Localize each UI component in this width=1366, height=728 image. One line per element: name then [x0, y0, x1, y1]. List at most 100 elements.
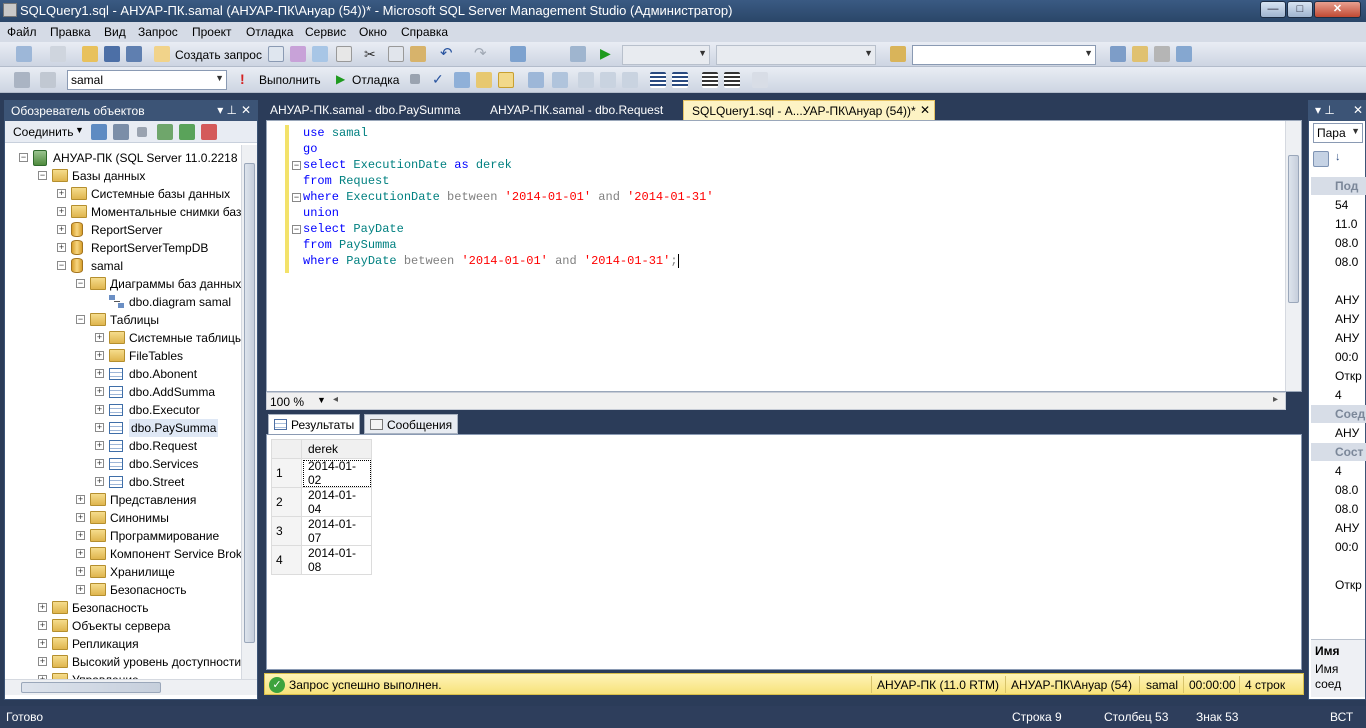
scroll-left-icon[interactable]: ◂ — [333, 394, 338, 405]
close-icon[interactable]: ✕ — [241, 103, 251, 117]
collapse-icon[interactable]: − — [76, 279, 85, 288]
pin-icon[interactable]: ▾ ⊥ — [217, 103, 237, 117]
new-project-icon[interactable] — [16, 46, 32, 62]
stop-icon[interactable] — [137, 127, 147, 137]
tree-node[interactable]: + ReportServerTempDB — [5, 239, 241, 257]
menu-tools[interactable]: Сервис — [305, 25, 346, 39]
code-line[interactable]: select ExecutionDate as derek — [303, 157, 714, 173]
grid-corner[interactable] — [271, 439, 302, 459]
table-row[interactable]: 2 2014-01-04 — [271, 487, 372, 517]
find-in-files-icon[interactable] — [890, 46, 906, 62]
expand-icon[interactable]: + — [76, 567, 85, 576]
expand-icon[interactable]: + — [95, 423, 104, 432]
alphabetical-icon[interactable]: ↓ — [1335, 151, 1351, 167]
tree-node[interactable]: +Управление — [5, 671, 241, 679]
tree-node[interactable]: − Базы данных — [5, 167, 241, 185]
query-designer-icon[interactable] — [476, 72, 492, 88]
properties-object-dropdown[interactable]: Пара ▼ — [1313, 123, 1363, 143]
collapse-icon[interactable]: − — [19, 153, 28, 162]
window-icon[interactable] — [570, 46, 586, 62]
tree-node[interactable]: + dbo.PaySumma — [5, 419, 241, 437]
table-row[interactable]: 1 2014-01-02 — [271, 458, 372, 488]
tree-node[interactable]: + dbo.Services — [5, 455, 241, 473]
save-all-icon[interactable] — [126, 46, 142, 62]
copy-icon[interactable] — [388, 46, 404, 62]
parse-icon[interactable]: ✓ — [432, 71, 444, 88]
include-plan-icon[interactable] — [528, 72, 544, 88]
navigate-icon[interactable] — [510, 46, 526, 62]
grid-cell[interactable]: 2014-01-08 — [301, 545, 372, 575]
expand-icon[interactable]: + — [57, 189, 66, 198]
menu-view[interactable]: Вид — [104, 25, 126, 39]
filter-icon[interactable] — [157, 124, 173, 140]
expand-icon[interactable]: + — [95, 351, 104, 360]
expand-icon[interactable]: + — [57, 207, 66, 216]
minimize-button[interactable]: — — [1260, 1, 1286, 18]
grid-cell[interactable]: 2014-01-07 — [301, 516, 372, 546]
column-header-derek[interactable]: derek — [301, 439, 372, 459]
menu-help[interactable]: Справка — [401, 25, 448, 39]
expand-icon[interactable]: + — [95, 441, 104, 450]
expand-icon[interactable]: + — [95, 477, 104, 486]
tree-node[interactable]: − Диаграммы баз данных — [5, 275, 241, 293]
expand-icon[interactable]: + — [95, 459, 104, 468]
tree-hscroll-thumb[interactable] — [21, 682, 161, 693]
paste-icon[interactable] — [410, 46, 426, 62]
tab-request[interactable]: АНУАР-ПК.samal - dbo.Request — [482, 100, 671, 120]
expand-icon[interactable]: + — [76, 585, 85, 594]
editor-vscroll-thumb[interactable] — [1288, 155, 1299, 303]
cancel-query-icon[interactable] — [410, 74, 420, 84]
fold-select2-icon[interactable]: − — [292, 225, 301, 234]
db-engine-query-icon[interactable] — [268, 46, 284, 62]
scroll-right-icon[interactable]: ▸ — [1273, 394, 1278, 405]
expand-icon[interactable]: + — [76, 531, 85, 540]
tree-node[interactable]: + FileTables — [5, 347, 241, 365]
disconnect-icon[interactable] — [113, 124, 129, 140]
code-line[interactable]: from Request — [303, 173, 714, 189]
menu-query[interactable]: Запрос — [138, 25, 178, 39]
expand-icon[interactable]: + — [76, 549, 85, 558]
estimated-plan-icon[interactable] — [454, 72, 470, 88]
database-dropdown[interactable]: samal ▼ — [67, 70, 227, 90]
save-icon[interactable] — [104, 46, 120, 62]
tree-node[interactable]: + Системные таблицы — [5, 329, 241, 347]
template-params-icon[interactable] — [752, 72, 768, 88]
solution-config-dropdown[interactable]: ▼ — [622, 45, 710, 65]
tree-node[interactable]: + Хранилище — [5, 563, 241, 581]
menu-file[interactable]: Файл — [7, 25, 37, 39]
table-row[interactable]: 3 2014-01-07 — [271, 516, 372, 546]
find-input[interactable]: ▼ — [912, 45, 1096, 65]
tree-vscrollbar[interactable] — [241, 145, 257, 679]
tab-messages[interactable]: Сообщения — [364, 414, 459, 434]
code-line[interactable]: where PayDate between '2014-01-01' and '… — [303, 253, 714, 269]
row-number[interactable]: 2 — [271, 487, 302, 517]
sql-code[interactable]: use samal go select ExecutionDate as derek… — [303, 125, 714, 269]
tree-node[interactable]: + ReportServer — [5, 221, 241, 239]
collapse-icon[interactable]: − — [38, 171, 47, 180]
solution-explorer-icon[interactable] — [1110, 46, 1126, 62]
zoom-level[interactable]: 100 % — [270, 395, 304, 409]
expand-icon[interactable]: + — [95, 333, 104, 342]
tree-node[interactable]: + dbo.Request — [5, 437, 241, 455]
code-line[interactable]: select PayDate — [303, 221, 714, 237]
code-line[interactable]: from PaySumma — [303, 237, 714, 253]
expand-icon[interactable]: + — [38, 657, 47, 666]
fold-where1-icon[interactable]: − — [292, 193, 301, 202]
debug-button[interactable]: Отладка — [352, 73, 399, 87]
client-stats-icon[interactable] — [552, 72, 568, 88]
expand-icon[interactable]: + — [95, 387, 104, 396]
tree-node[interactable]: + Моментальные снимки баз — [5, 203, 241, 221]
maximize-button[interactable]: □ — [1287, 1, 1313, 18]
tree-node[interactable]: + dbo.AddSumma — [5, 383, 241, 401]
expand-icon[interactable]: + — [57, 243, 66, 252]
comment-icon[interactable] — [650, 72, 666, 88]
menu-edit[interactable]: Правка — [50, 25, 91, 39]
properties-pin-icon[interactable]: ▾ ⊥ — [1315, 103, 1335, 117]
execute-button[interactable]: Выполнить — [259, 73, 321, 87]
expand-icon[interactable]: + — [57, 225, 66, 234]
tree-hscrollbar[interactable] — [5, 679, 257, 695]
tree-node[interactable]: − Таблицы — [5, 311, 241, 329]
tab-close-icon[interactable]: ✕ — [920, 103, 930, 117]
expand-icon[interactable]: + — [95, 369, 104, 378]
expand-icon[interactable]: + — [38, 639, 47, 648]
